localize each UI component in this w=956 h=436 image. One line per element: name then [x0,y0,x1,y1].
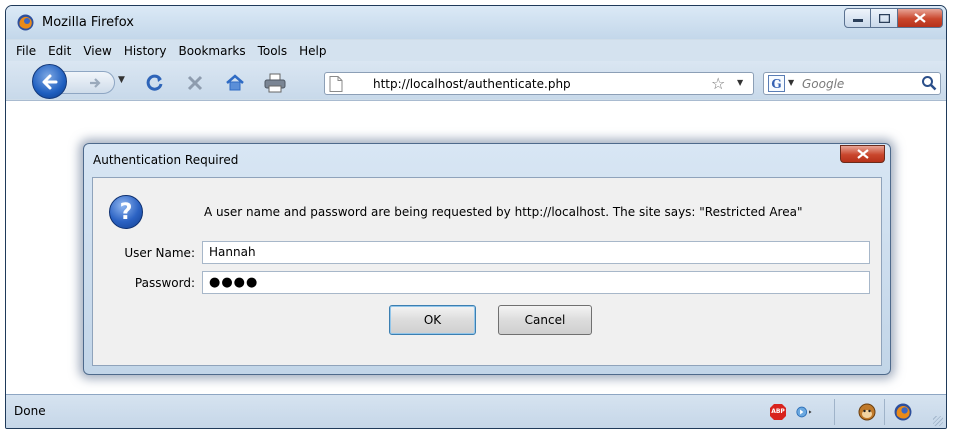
print-button[interactable] [264,72,286,94]
sync-icon [796,406,812,418]
dialog-body: ? A user name and password are being req… [92,177,882,366]
adblock-button[interactable]: ABP [769,403,787,421]
search-placeholder: Google [802,77,845,91]
menu-edit[interactable]: Edit [43,44,76,58]
menu-tools[interactable]: Tools [253,44,293,58]
google-engine-icon[interactable]: G [768,75,785,92]
maximize-icon [878,13,890,23]
stop-button[interactable] [184,72,206,94]
window-title: Mozilla Firefox [42,15,134,30]
close-icon [914,13,926,23]
forward-icon [90,78,101,88]
back-icon [42,74,57,89]
status-separator [834,399,835,425]
firefox-status-button[interactable] [894,403,912,421]
dialog-close-button[interactable] [840,145,885,163]
cancel-button[interactable]: Cancel [498,305,592,335]
forward-button[interactable] [61,71,115,94]
sync-button[interactable] [796,403,814,421]
url-dropdown-icon[interactable]: ▼ [737,78,743,87]
menu-bookmarks[interactable]: Bookmarks [174,44,251,58]
reload-icon [146,74,163,91]
resize-grip[interactable] [933,416,943,426]
close-button[interactable] [898,8,943,28]
monkey-icon [858,403,876,421]
status-separator [884,399,885,425]
home-icon [226,74,244,91]
menu-bar: File Edit View History Bookmarks Tools H… [6,40,946,61]
search-icon[interactable] [921,75,937,91]
back-button[interactable] [32,64,67,99]
minimize-icon [852,19,863,22]
menu-view[interactable]: View [78,44,116,58]
search-bar[interactable]: G ▼ Google [763,72,941,95]
firefox-icon [17,14,34,31]
greasemonkey-button[interactable] [858,403,876,421]
dialog-message: A user name and password are being reque… [204,205,803,219]
page-icon [329,76,343,92]
close-icon [856,149,869,159]
title-bar: Mozilla Firefox [6,6,946,39]
dialog-title: Authentication Required [93,153,239,167]
password-input[interactable]: ●●●● [202,271,870,294]
auth-dialog: Authentication Required ? A user name an… [83,143,891,375]
username-input[interactable]: Hannah [202,241,870,264]
window-controls [844,8,943,28]
menu-file[interactable]: File [11,44,41,58]
username-label: User Name: [124,246,195,260]
home-button[interactable] [224,72,246,94]
password-label: Password: [134,276,195,290]
history-dropdown-icon[interactable]: ▼ [118,75,125,85]
status-bar: Done ABP [6,394,946,428]
url-text: http://localhost/authenticate.php [373,77,571,91]
firefox-icon [894,403,912,421]
engine-dropdown-icon[interactable]: ▼ [788,78,794,87]
maximize-button[interactable] [871,8,898,28]
status-text: Done [14,404,46,418]
menu-help[interactable]: Help [294,44,331,58]
ok-button[interactable]: OK [389,305,476,335]
print-icon [264,73,286,93]
stop-icon [187,75,203,91]
question-icon: ? [109,195,143,229]
menu-history[interactable]: History [119,44,172,58]
reload-button[interactable] [144,72,166,94]
navigation-toolbar: ▼ http://localhost/authenticate.php ☆ ▼ … [6,61,946,99]
bookmark-star-icon[interactable]: ☆ [711,74,725,93]
address-bar[interactable]: http://localhost/authenticate.php ☆ ▼ [324,72,754,95]
minimize-button[interactable] [844,8,871,28]
adblock-label: ABP [771,408,785,415]
